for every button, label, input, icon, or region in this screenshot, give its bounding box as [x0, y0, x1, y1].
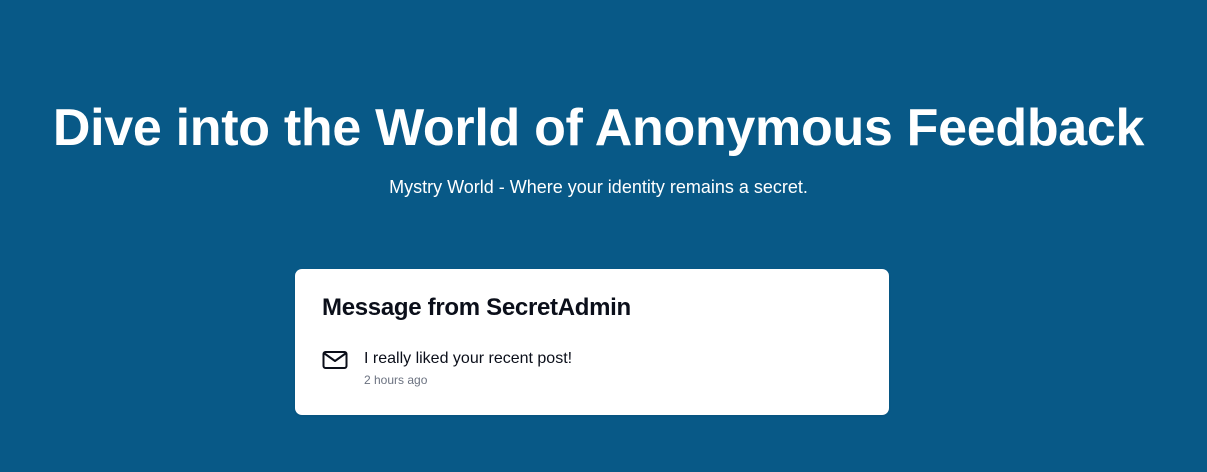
- message-row: I really liked your recent post! 2 hours…: [322, 348, 572, 389]
- message-card[interactable]: Message from SecretAdmin I really liked …: [295, 269, 889, 415]
- message-timestamp: 2 hours ago: [364, 373, 428, 387]
- message-text: I really liked your recent post!: [364, 350, 573, 367]
- page-subtitle: Mystry World - Where your identity remai…: [389, 177, 808, 197]
- message-card-title: Message from SecretAdmin: [322, 294, 631, 321]
- message-content: I really liked your recent post! 2 hours…: [364, 348, 572, 389]
- mail-icon: [322, 351, 348, 369]
- page-title: Dive into the World of Anonymous Feedbac…: [52, 99, 1145, 157]
